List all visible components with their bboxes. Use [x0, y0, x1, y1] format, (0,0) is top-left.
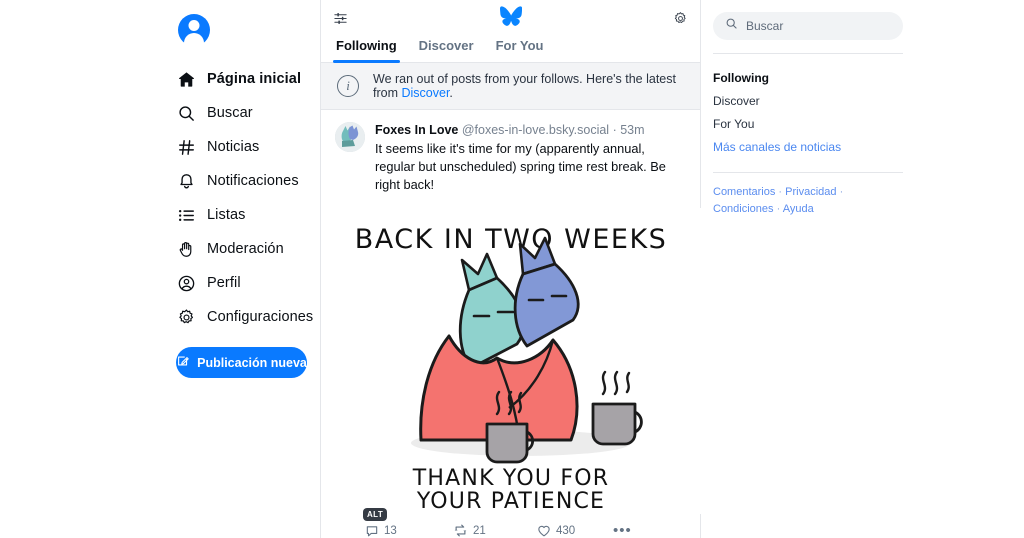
post-meta-separator: ·	[612, 123, 617, 137]
feed-tabs: Following Discover For You	[321, 36, 700, 63]
sidebar-item-lists[interactable]: Listas	[176, 198, 326, 232]
hashtag-icon	[176, 137, 196, 157]
list-icon	[176, 205, 196, 225]
new-post-button[interactable]: Publicación nueva	[176, 347, 307, 378]
feed-header	[321, 0, 700, 36]
person-circle-icon	[176, 273, 196, 293]
sidebar-label-home: Página inicial	[207, 71, 302, 87]
feed-notice-text: We ran out of posts from your follows. H…	[373, 72, 686, 100]
sidebar-label-settings: Configuraciones	[207, 309, 314, 325]
footer-link-terms[interactable]: Condiciones	[713, 203, 774, 215]
tab-for-you[interactable]: For You	[495, 36, 545, 62]
sidebar-label-lists: Listas	[207, 207, 246, 223]
reply-count: 13	[384, 524, 397, 537]
sidebar-label-feeds: Noticias	[207, 139, 260, 155]
feed-column: Following Discover For You i We ran out …	[320, 0, 702, 538]
sidebar-item-moderation[interactable]: Moderación	[176, 232, 326, 266]
rr-feed-for-you[interactable]: For You	[713, 112, 903, 135]
search-icon	[176, 103, 196, 123]
search-placeholder: Buscar	[746, 19, 784, 33]
post-image-foxes-blanket[interactable]: BACK IN TWO WEEKS THANK YOU FOR YOUR PAT…	[321, 208, 702, 515]
alt-badge[interactable]: ALT	[363, 508, 388, 522]
left-sidebar: Página inicial Buscar Noticias Notificac…	[0, 0, 320, 538]
sidebar-item-search[interactable]: Buscar	[176, 96, 326, 130]
sidebar-item-feeds[interactable]: Noticias	[176, 130, 326, 164]
sidebar-item-settings[interactable]: Configuraciones	[176, 300, 326, 334]
image-caption-line2: YOUR PATIENCE	[416, 489, 605, 514]
image-headline: BACK IN TWO WEEKS	[355, 224, 668, 255]
footer-link-privacy[interactable]: Privacidad	[785, 186, 836, 198]
post-avatar-foxes[interactable]	[335, 122, 365, 152]
new-post-label: Publicación nueva	[197, 355, 307, 370]
post-meta: Foxes In Love @foxes-in-love.bsky.social…	[375, 122, 686, 139]
home-icon	[176, 69, 196, 89]
like-count: 430	[556, 524, 576, 537]
sliders-icon[interactable]	[333, 11, 348, 26]
footer-link-feedback[interactable]: Comentarios	[713, 186, 775, 198]
footer-dot-3: ·	[776, 203, 781, 216]
search-icon	[725, 17, 738, 35]
bell-icon	[176, 171, 196, 191]
like-button[interactable]: 430	[537, 524, 613, 538]
post-item[interactable]: Foxes In Love @foxes-in-love.bsky.social…	[321, 110, 700, 200]
repost-count: 21	[473, 524, 486, 537]
tab-discover[interactable]: Discover	[418, 36, 475, 62]
right-rail-divider	[713, 53, 903, 54]
gear-icon	[176, 307, 196, 327]
sidebar-item-notifications[interactable]: Notificaciones	[176, 164, 326, 198]
compose-icon	[176, 354, 190, 371]
rr-feed-following[interactable]: Following	[713, 66, 903, 89]
post-action-bar: 13 21 430 •••	[321, 519, 700, 538]
feed-settings-gear-icon[interactable]	[673, 11, 688, 26]
post-timestamp: 53m	[620, 123, 645, 137]
sidebar-label-search: Buscar	[207, 105, 253, 121]
feed-notice-banner: i We ran out of posts from your follows.…	[321, 63, 700, 110]
notice-discover-link[interactable]: Discover	[401, 86, 449, 100]
bluesky-app: Página inicial Buscar Noticias Notificac…	[0, 0, 1024, 538]
bluesky-butterfly-logo	[499, 6, 522, 31]
hand-icon	[176, 239, 196, 259]
sidebar-label-moderation: Moderación	[207, 241, 284, 257]
post-image-container[interactable]: BACK IN TWO WEEKS THANK YOU FOR YOUR PAT…	[321, 208, 702, 522]
profile-avatar[interactable]	[178, 14, 210, 46]
footer-dot-2: ·	[839, 186, 844, 198]
rr-more-feeds-link[interactable]: Más canales de noticias	[713, 135, 903, 158]
rr-feed-discover[interactable]: Discover	[713, 89, 903, 112]
sidebar-label-notifications: Notificaciones	[207, 173, 299, 189]
post-author-handle: @foxes-in-love.bsky.social	[461, 123, 610, 137]
sidebar-item-profile[interactable]: Perfil	[176, 266, 326, 300]
info-icon: i	[337, 75, 359, 97]
footer-link-help[interactable]: Ayuda	[783, 203, 814, 215]
reply-button[interactable]: 13	[365, 524, 453, 538]
notice-period: .	[449, 86, 453, 100]
search-input[interactable]: Buscar	[713, 12, 903, 40]
post-author-name[interactable]: Foxes In Love	[375, 123, 458, 137]
sidebar-item-home[interactable]: Página inicial	[176, 62, 326, 96]
sidebar-label-profile: Perfil	[207, 275, 241, 291]
right-rail-divider-2	[713, 172, 903, 173]
image-caption-line1: THANK YOU FOR	[412, 466, 609, 491]
more-options-icon[interactable]: •••	[613, 523, 632, 538]
tab-following[interactable]: Following	[333, 36, 400, 63]
right-sidebar: Buscar Following Discover For You Más ca…	[701, 0, 1024, 538]
footer-links: Comentarios · Privacidad · Condiciones ·…	[713, 184, 903, 218]
repost-button[interactable]: 21	[453, 523, 537, 538]
post-text: It seems like it's time for my (apparent…	[375, 140, 666, 193]
footer-dot-1: ·	[778, 186, 783, 198]
